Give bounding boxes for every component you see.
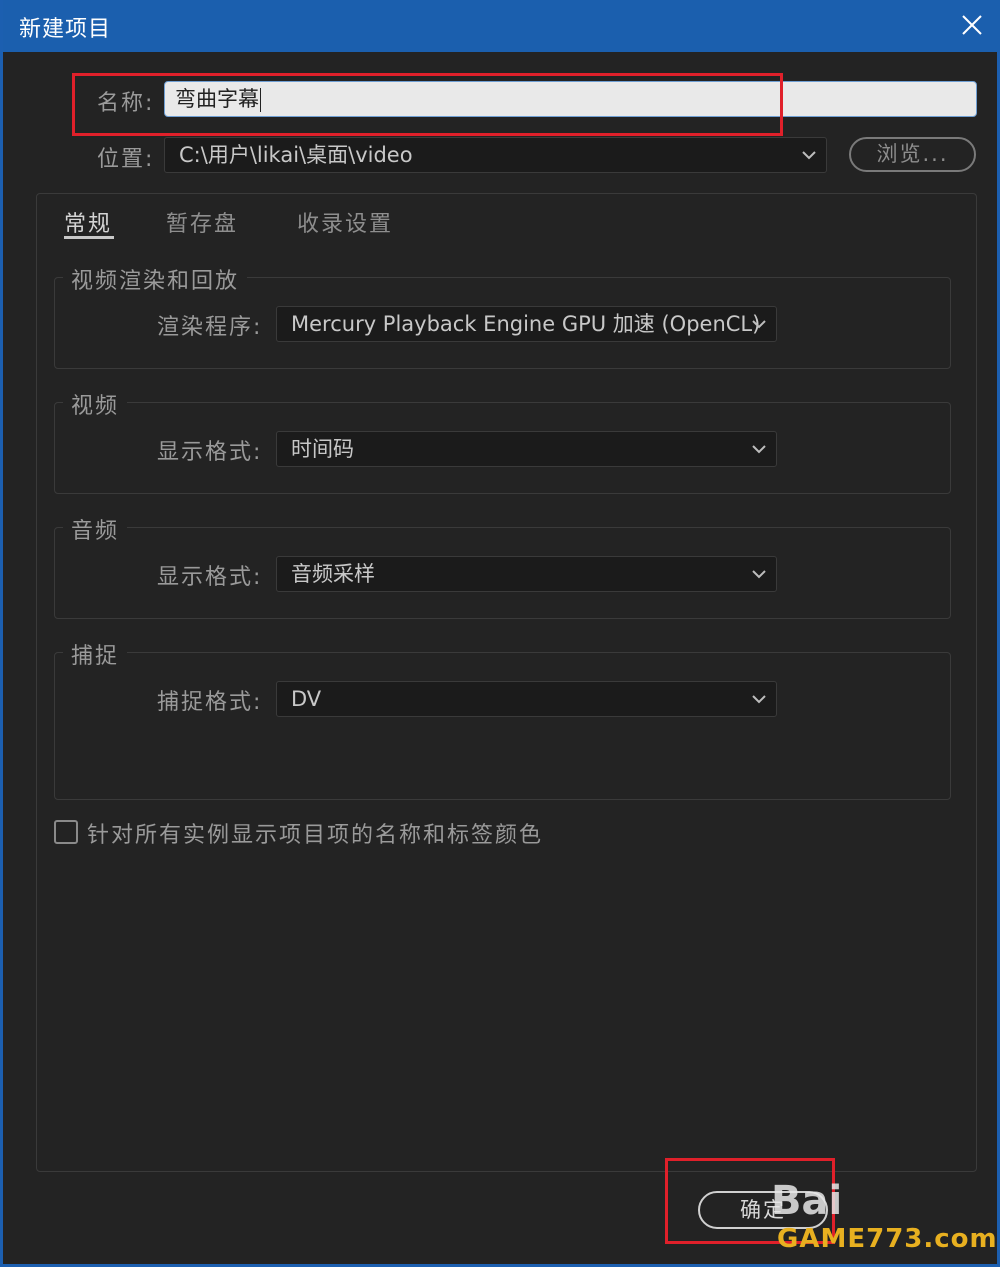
renderer-select[interactable]: Mercury Playback Engine GPU 加速 (OpenCL) xyxy=(276,306,777,342)
group-title-capture: 捕捉 xyxy=(63,638,128,670)
tab-scratch-disks[interactable]: 暂存盘 xyxy=(166,206,238,238)
tab-general[interactable]: 常规 xyxy=(64,206,112,238)
show-label-colors-label: 针对所有实例显示项目项的名称和标签颜色 xyxy=(87,823,544,848)
project-name-input[interactable]: 弯曲字幕 xyxy=(164,81,977,117)
video-display-format-value: 时间码 xyxy=(291,437,354,461)
audio-display-format-value: 音频采样 xyxy=(291,562,375,586)
group-capture xyxy=(54,652,951,800)
name-label: 名称: xyxy=(97,91,155,116)
location-select[interactable]: C:\用户\likai\桌面\video xyxy=(164,137,827,173)
chevron-down-icon xyxy=(752,570,766,579)
capture-format-label: 捕捉格式: xyxy=(157,690,263,715)
browse-button[interactable]: 浏览... xyxy=(849,137,976,172)
baidu-watermark: Bai xyxy=(771,1178,843,1224)
chevron-down-icon xyxy=(752,695,766,704)
text-caret xyxy=(260,88,261,112)
tab-ingest-settings[interactable]: 收录设置 xyxy=(297,206,393,238)
dialog-title: 新建项目 xyxy=(19,17,112,42)
close-button[interactable] xyxy=(955,8,989,42)
chevron-down-icon xyxy=(752,445,766,454)
group-title-rendering: 视频渲染和回放 xyxy=(63,263,248,295)
capture-format-select[interactable]: DV xyxy=(276,681,777,717)
show-label-colors-checkbox[interactable] xyxy=(54,820,78,844)
capture-format-value: DV xyxy=(291,687,322,711)
game773-watermark: GAME773.com xyxy=(777,1224,998,1254)
chevron-down-icon xyxy=(752,320,766,329)
video-display-format-select[interactable]: 时间码 xyxy=(276,431,777,467)
group-title-audio: 音频 xyxy=(63,513,128,545)
audio-display-format-select[interactable]: 音频采样 xyxy=(276,556,777,592)
active-tab-indicator xyxy=(64,236,114,239)
chevron-down-icon xyxy=(802,151,816,160)
location-value: C:\用户\likai\桌面\video xyxy=(179,143,413,167)
close-icon xyxy=(962,15,982,35)
audio-display-format-label: 显示格式: xyxy=(157,565,263,590)
video-display-format-label: 显示格式: xyxy=(157,440,263,465)
renderer-value: Mercury Playback Engine GPU 加速 (OpenCL) xyxy=(291,312,761,336)
title-bar: 新建项目 xyxy=(3,0,1000,52)
group-title-video: 视频 xyxy=(63,388,128,420)
dialog-window: 新建项目 名称: 弯曲字幕 位置: C:\用户\likai\桌面\video 浏… xyxy=(0,0,1000,1267)
renderer-label: 渲染程序: xyxy=(157,315,263,340)
project-name-value: 弯曲字幕 xyxy=(175,87,259,111)
location-label: 位置: xyxy=(97,147,155,172)
